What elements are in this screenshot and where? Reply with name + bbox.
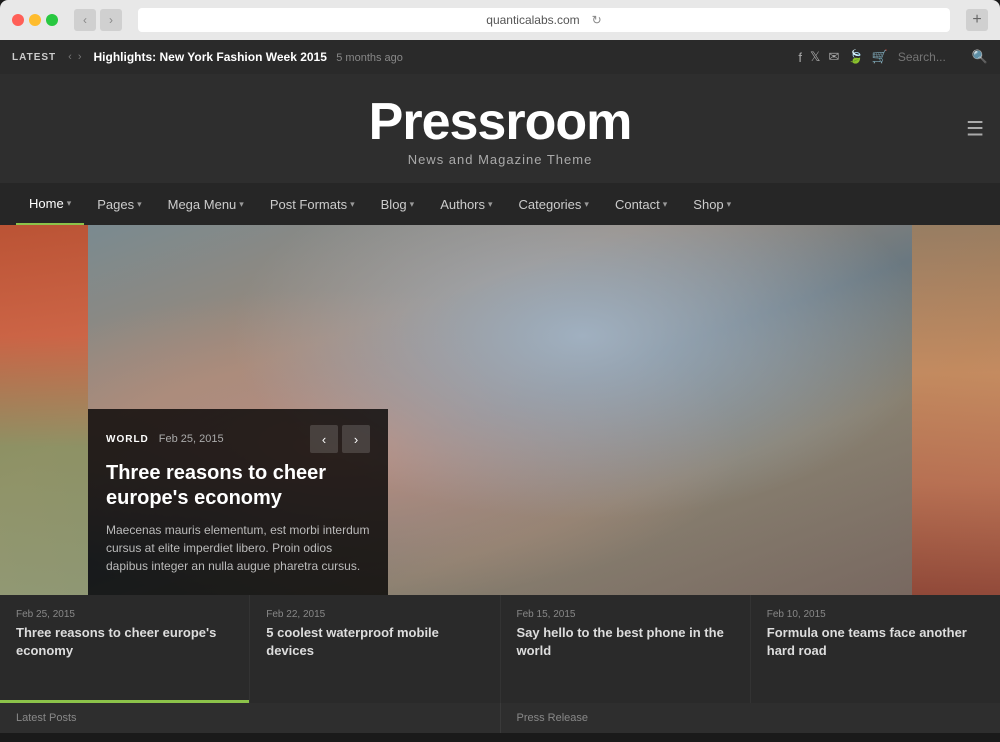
chevron-down-icon: ▾ [488,199,493,210]
article-title-3: Say hello to the best phone in the world [517,624,734,659]
press-release-section: Press Release [501,703,1000,733]
back-button[interactable]: ‹ [74,9,96,31]
url-text: quanticalabs.com [486,13,579,27]
ticker-label: LATEST [12,52,56,63]
ticker-bar: LATEST ‹ › Highlights: New York Fashion … [0,40,1000,74]
site-tagline: News and Magazine Theme [0,152,1000,167]
hero-right-image [912,225,1000,595]
hero-left-image [0,225,88,595]
window-controls [12,14,58,26]
chevron-down-icon: ▾ [584,199,589,210]
ticker-search[interactable]: 🔍 [898,49,988,65]
search-input[interactable] [898,50,968,64]
chevron-down-icon: ▾ [137,199,142,210]
nav-item-blog[interactable]: Blog ▾ [368,183,428,225]
nav-item-authors[interactable]: Authors ▾ [427,183,505,225]
ticker-prev[interactable]: ‹ [66,51,74,63]
latest-posts-section: Latest Posts [0,703,501,733]
hero-title: Three reasons to cheer europe's economy [106,461,370,511]
hero-next-button[interactable]: › [342,425,370,453]
article-card-1[interactable]: Feb 25, 2015 Three reasons to cheer euro… [0,595,250,703]
chevron-down-icon: ▾ [727,199,732,210]
article-title-1: Three reasons to cheer europe's economy [16,624,233,659]
new-tab-button[interactable]: + [966,9,988,31]
address-bar[interactable]: quanticalabs.com ↻ [138,8,950,32]
ticker-headline: Highlights: New York Fashion Week 2015 5… [94,50,789,64]
site-title: Pressroom [0,96,1000,148]
search-icon[interactable]: 🔍 [972,49,988,65]
leaf-icon[interactable]: 🍃 [847,49,863,65]
forward-button[interactable]: › [100,9,122,31]
bottom-bar: Latest Posts Press Release [0,703,1000,733]
article-title-4: Formula one teams face another hard road [767,624,984,659]
hero-article-overlay: WORLD Feb 25, 2015 ‹ › Three reasons to … [88,409,388,595]
nav-item-shop[interactable]: Shop ▾ [680,183,744,225]
article-date-1: Feb 25, 2015 [16,609,233,620]
site-header: Pressroom News and Magazine Theme ☰ [0,74,1000,183]
ticker-next[interactable]: › [76,51,84,63]
twitter-icon[interactable]: 𝕏 [810,49,820,65]
nav-item-home[interactable]: Home ▾ [16,183,84,225]
article-card-4[interactable]: Feb 10, 2015 Formula one teams face anot… [751,595,1000,703]
chevron-down-icon: ▾ [350,199,355,210]
hero-excerpt: Maecenas mauris elementum, est morbi int… [106,521,370,575]
social-links: f 𝕏 ✉ 🍃 🛒 [798,49,887,65]
nav-item-post-formats[interactable]: Post Formats ▾ [257,183,368,225]
hero-meta: WORLD Feb 25, 2015 ‹ › [106,425,370,453]
browser-nav: ‹ › [74,9,122,31]
nav-item-mega-menu[interactable]: Mega Menu ▾ [155,183,257,225]
email-icon[interactable]: ✉ [829,49,840,65]
article-strip: Feb 25, 2015 Three reasons to cheer euro… [0,595,1000,703]
close-button[interactable] [12,14,24,26]
cart-icon[interactable]: 🛒 [872,49,888,65]
article-card-3[interactable]: Feb 15, 2015 Say hello to the best phone… [501,595,751,703]
maximize-button[interactable] [46,14,58,26]
hero-date: Feb 25, 2015 [159,433,224,445]
chevron-down-icon: ▾ [663,199,668,210]
article-date-2: Feb 22, 2015 [266,609,483,620]
menu-icon[interactable]: ☰ [966,116,984,141]
nav-item-categories[interactable]: Categories ▾ [506,183,602,225]
refresh-icon[interactable]: ↻ [592,13,602,27]
browser-window: ‹ › quanticalabs.com ↻ + [0,0,1000,40]
chevron-down-icon: ▾ [239,199,244,210]
nav-item-pages[interactable]: Pages ▾ [84,183,154,225]
hero-navigation: ‹ › [310,425,370,453]
hero-category: WORLD [106,434,149,445]
facebook-icon[interactable]: f [798,50,802,65]
chevron-down-icon: ▾ [67,198,72,209]
ticker-arrows: ‹ › [66,51,83,63]
browser-titlebar: ‹ › quanticalabs.com ↻ + [0,8,1000,40]
hero-prev-button[interactable]: ‹ [310,425,338,453]
article-title-2: 5 coolest waterproof mobile devices [266,624,483,659]
article-date-4: Feb 10, 2015 [767,609,984,620]
main-navigation: Home ▾ Pages ▾ Mega Menu ▾ Post Formats … [0,183,1000,225]
article-date-3: Feb 15, 2015 [517,609,734,620]
nav-item-contact[interactable]: Contact ▾ [602,183,680,225]
chevron-down-icon: ▾ [410,199,415,210]
article-card-2[interactable]: Feb 22, 2015 5 coolest waterproof mobile… [250,595,500,703]
nav-items: Home ▾ Pages ▾ Mega Menu ▾ Post Formats … [16,183,744,225]
hero-section: WORLD Feb 25, 2015 ‹ › Three reasons to … [0,225,1000,595]
minimize-button[interactable] [29,14,41,26]
